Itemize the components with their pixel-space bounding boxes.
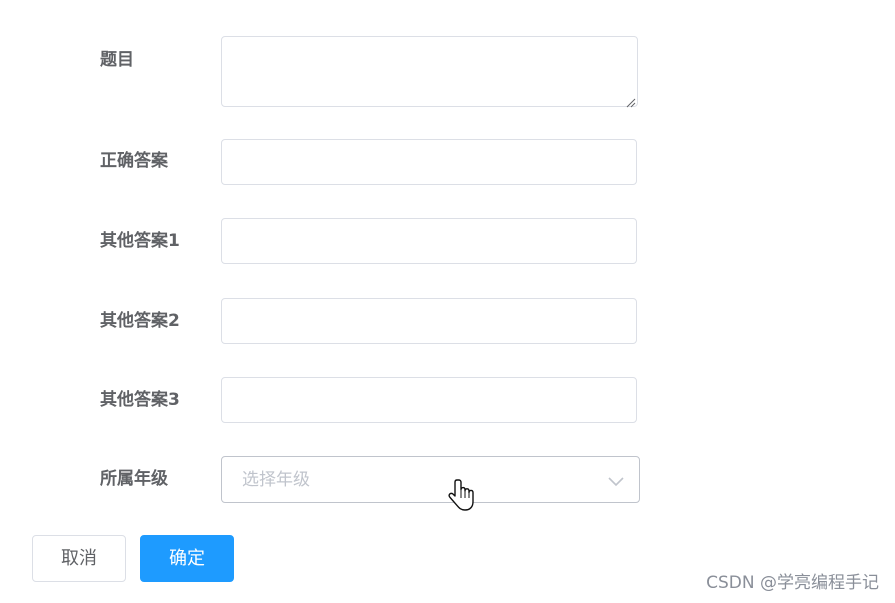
grade-label: 所属年级 (100, 469, 168, 489)
chevron-down-icon[interactable] (607, 473, 625, 487)
hand-pointer-icon (447, 478, 479, 514)
other-answer-1-input[interactable] (221, 218, 637, 264)
question-label: 题目 (100, 50, 134, 70)
other-answer-3-label: 其他答案3 (100, 390, 180, 410)
confirm-button[interactable]: 确定 (140, 535, 234, 582)
other-answer-2-label: 其他答案2 (100, 311, 180, 331)
question-textarea[interactable] (221, 36, 638, 108)
grade-select[interactable]: 选择年级 (221, 456, 640, 503)
correct-answer-label: 正确答案 (100, 151, 168, 171)
other-answer-2-input[interactable] (221, 298, 637, 344)
watermark-text: CSDN @学亮编程手记 (706, 573, 879, 593)
correct-answer-input[interactable] (221, 139, 637, 185)
cancel-button[interactable]: 取消 (32, 535, 126, 582)
other-answer-1-label: 其他答案1 (100, 231, 180, 251)
resize-handle-icon[interactable] (624, 93, 636, 108)
other-answer-3-input[interactable] (221, 377, 637, 423)
grade-select-placeholder: 选择年级 (242, 470, 310, 490)
